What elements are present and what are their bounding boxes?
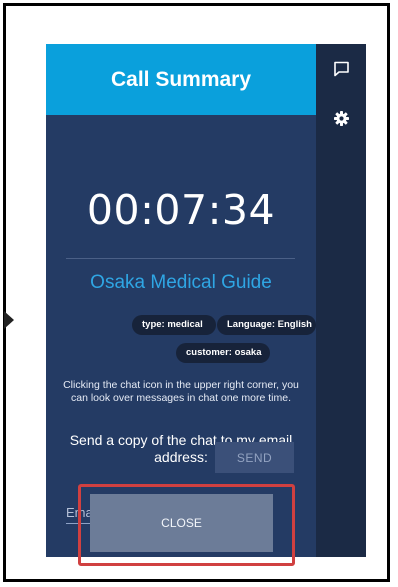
side-rail (316, 44, 366, 557)
send-button[interactable]: SEND (215, 442, 294, 473)
guide-name: Osaka Medical Guide (90, 272, 272, 293)
tag-customer: customer: osaka (176, 343, 270, 363)
tag-type: type: medical (132, 315, 216, 335)
call-summary-panel: Call Summary 00:07:34 Osaka Medical Guid… (46, 44, 316, 557)
pointer-arrow-icon (4, 311, 14, 329)
gear-icon[interactable] (333, 110, 350, 127)
chat-hint-text: Clicking the chat icon in the upper righ… (63, 379, 299, 404)
tag-language: Language: English (217, 315, 316, 335)
call-duration: 00:07:34 (86, 186, 276, 234)
panel-header: Call Summary (46, 44, 316, 115)
panel-title: Call Summary (110, 67, 252, 91)
chat-icon[interactable] (333, 60, 350, 77)
close-button-highlight (78, 484, 295, 566)
divider (66, 258, 295, 259)
